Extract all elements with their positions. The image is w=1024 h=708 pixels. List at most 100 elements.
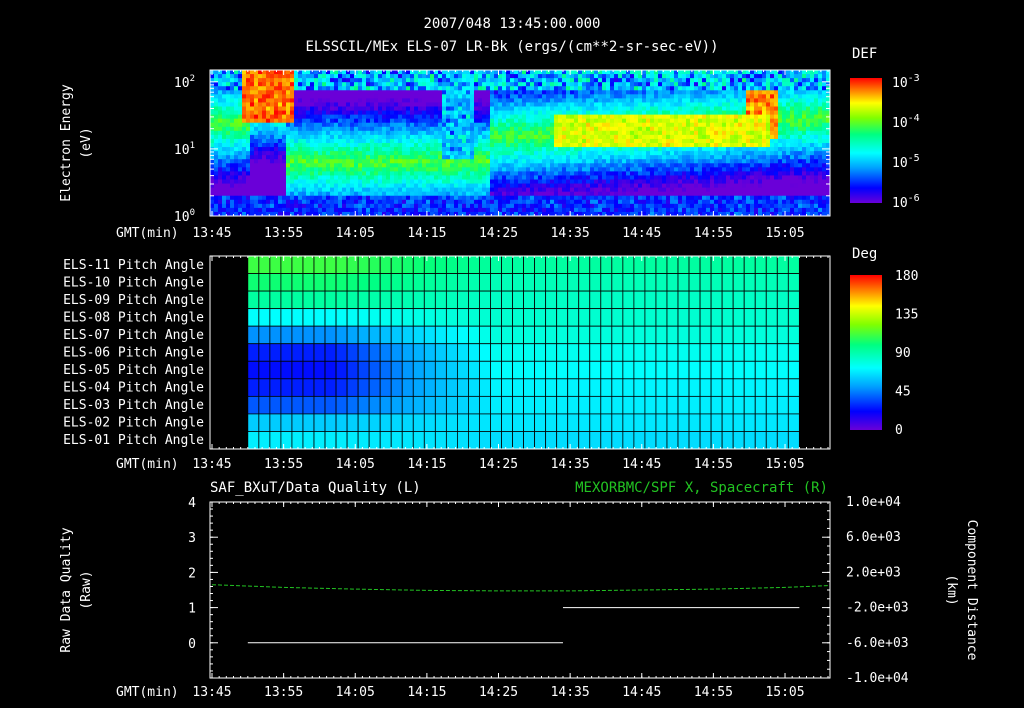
spectrogram-pixel	[326, 167, 331, 172]
spectrogram-pixel	[362, 163, 367, 168]
spectrogram-pixel	[378, 163, 383, 168]
spectrogram-pixel	[454, 155, 459, 160]
spectrogram-pixel	[650, 187, 655, 193]
spectrogram-pixel	[486, 187, 491, 193]
spectrogram-pixel	[754, 82, 759, 87]
spectrogram-pixel	[562, 94, 567, 99]
spectrogram-pixel	[266, 147, 271, 152]
spectrogram-pixel	[682, 203, 687, 209]
spectrogram-pixel	[634, 130, 639, 136]
spectrogram-pixel	[586, 102, 591, 108]
spectrogram-pixel	[518, 110, 523, 116]
spectrogram-pixel	[742, 110, 747, 116]
spectrogram-pixel	[398, 159, 403, 164]
spectrogram-pixel	[510, 191, 515, 197]
spectrogram-pixel	[254, 203, 259, 209]
spectrogram-pixel	[730, 138, 735, 144]
spectrogram-pixel	[278, 163, 283, 168]
spectrogram-pixel	[386, 110, 391, 116]
spectrogram-pixel	[630, 199, 635, 205]
spectrogram-pixel	[294, 143, 299, 148]
spectrogram-pixel	[690, 159, 695, 164]
spectrogram-pixel	[606, 199, 611, 205]
spectrogram-pixel	[694, 134, 699, 140]
spectrogram-pixel	[742, 163, 747, 168]
spectrogram-pixel	[738, 203, 743, 209]
spectrogram-pixel	[258, 159, 263, 164]
spectrogram-pixel	[486, 94, 491, 99]
spectrogram-pixel	[566, 82, 571, 87]
spectrogram-pixel	[402, 183, 407, 189]
spectrogram-pixel	[398, 122, 403, 128]
spectrogram-pixel	[218, 126, 223, 132]
spectrogram-pixel	[614, 191, 619, 197]
spectrogram-pixel	[618, 147, 623, 152]
spectrogram-pixel	[362, 130, 367, 136]
spectrogram-pixel	[242, 102, 247, 108]
spectrogram-pixel	[654, 86, 659, 91]
spectrogram-pixel	[626, 98, 631, 104]
spectrogram-pixel	[482, 187, 487, 193]
spectrogram-pixel	[446, 167, 451, 172]
spectrogram-pixel	[514, 110, 519, 116]
spectrogram-pixel	[682, 134, 687, 140]
spectrogram-pixel	[342, 98, 347, 104]
spectrogram-pixel	[706, 147, 711, 152]
spectrogram-pixel	[630, 151, 635, 156]
spectrogram-pixel	[294, 110, 299, 116]
spectrogram-pixel	[382, 130, 387, 136]
spectrogram-pixel	[626, 138, 631, 144]
spectrogram-pixel	[578, 183, 583, 189]
spectrogram-pixel	[394, 143, 399, 148]
spectrogram-pixel	[538, 163, 543, 168]
spectrogram-pixel	[442, 114, 447, 120]
spectrogram-pixel	[622, 82, 627, 87]
spectrogram-pixel	[410, 151, 415, 156]
spectrogram-pixel	[502, 175, 507, 181]
spectrogram-pixel	[398, 78, 403, 83]
spectrogram-pixel	[686, 191, 691, 197]
spectrogram-pixel	[246, 110, 251, 116]
spectrogram-pixel	[506, 159, 511, 164]
spectrogram-pixel	[450, 70, 455, 75]
spectrogram-pixel	[494, 163, 499, 168]
spectrogram-pixel	[306, 126, 311, 132]
spectrogram-pixel	[650, 175, 655, 181]
spectrogram-pixel	[274, 138, 279, 144]
spectrogram-pixel	[446, 151, 451, 156]
spectrogram-pixel	[254, 98, 259, 104]
spectrogram-pixel	[590, 183, 595, 189]
spectrogram-pixel	[226, 163, 231, 168]
spectrogram-pixel	[286, 147, 291, 152]
spectrogram-pixel	[562, 90, 567, 95]
spectrogram-pixel	[754, 147, 759, 152]
spectrogram-pixel	[410, 187, 415, 193]
spectrogram-pixel	[406, 167, 411, 172]
spectrogram-pixel	[522, 78, 527, 83]
spectrogram-pixel	[334, 70, 339, 75]
spectrogram-pixel	[234, 143, 239, 148]
spectrogram-pixel	[734, 191, 739, 197]
spectrogram-pixel	[266, 90, 271, 95]
spectrogram-pixel	[594, 191, 599, 197]
spectrogram-pixel	[474, 70, 479, 75]
spectrogram-pixel	[726, 183, 731, 189]
spectrogram-pixel	[322, 70, 327, 75]
spectrogram-pixel	[410, 78, 415, 83]
spectrogram-pixel	[754, 74, 759, 79]
spectrogram-pixel	[758, 70, 763, 75]
spectrogram-pixel	[378, 126, 383, 132]
spectrogram-pixel	[750, 151, 755, 156]
spectrogram-pixel	[406, 147, 411, 152]
spectrogram-pixel	[366, 82, 371, 87]
spectrogram-pixel	[598, 134, 603, 140]
spectrogram-pixel	[282, 171, 287, 177]
spectrogram-pixel	[718, 126, 723, 132]
spectrogram-pixel	[230, 90, 235, 95]
spectrogram-pixel	[274, 207, 279, 213]
spectrogram-pixel	[526, 98, 531, 104]
spectrogram-pixel	[314, 106, 319, 112]
spectrogram-pixel	[358, 78, 363, 83]
spectrogram-pixel	[258, 171, 263, 177]
spectrogram-pixel	[246, 134, 251, 140]
